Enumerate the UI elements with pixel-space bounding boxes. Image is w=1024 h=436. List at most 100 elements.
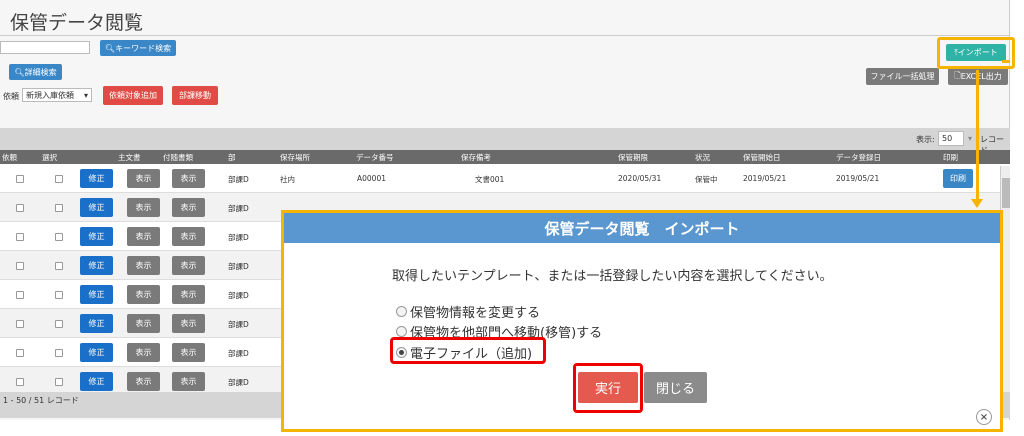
edit-button[interactable]: 修正	[80, 256, 113, 275]
display-count-label: 表示:	[916, 135, 935, 144]
request-checkbox[interactable]	[16, 378, 24, 386]
print-button[interactable]: 印刷	[943, 169, 973, 188]
radio-icon[interactable]	[396, 326, 407, 337]
add-request-target-button[interactable]: 依頼対象追加	[103, 86, 163, 105]
option-highlight-frame	[390, 337, 546, 364]
start-date-cell: 2019/05/21	[743, 174, 787, 183]
request-checkbox[interactable]	[16, 291, 24, 299]
column-header[interactable]: 保管開始日	[743, 152, 781, 163]
column-header[interactable]: 保管期限	[618, 152, 648, 163]
column-header[interactable]: 部	[228, 152, 236, 163]
grid-header: 依頼 選択 主文書 付随書類 部 保存場所 データ番号 保存備考 保管期限 状況 保管開始日 データ登…	[0, 150, 1010, 164]
keyword-input[interactable]	[0, 41, 90, 54]
edit-button[interactable]: 修正	[80, 285, 113, 304]
edit-button[interactable]: 修正	[80, 169, 113, 188]
dialog-message: 取得したいテンプレート、または一括登録したい内容を選択してください。	[392, 269, 833, 284]
show-attached-doc-button[interactable]: 表示	[172, 285, 205, 304]
close-button[interactable]: 閉じる	[644, 372, 707, 403]
show-main-doc-button[interactable]: 表示	[127, 343, 160, 362]
dialog-title: 保管データ閲覧 インポート	[284, 213, 1000, 243]
column-header[interactable]: データ番号	[356, 152, 394, 163]
request-checkbox[interactable]	[16, 233, 24, 241]
import-dialog: 保管データ閲覧 インポート 取得したいテンプレート、または一括登録したい内容を選…	[281, 210, 1003, 432]
callout-connector	[1002, 60, 1010, 63]
register-date-cell: 2019/05/21	[836, 174, 880, 183]
select-checkbox[interactable]	[55, 378, 63, 386]
column-header[interactable]: 状況	[695, 152, 710, 163]
show-attached-doc-button[interactable]: 表示	[172, 372, 205, 391]
dept-move-button[interactable]: 部課移動	[172, 86, 218, 105]
edit-button[interactable]: 修正	[80, 372, 113, 391]
select-checkbox[interactable]	[55, 320, 63, 328]
edit-button[interactable]: 修正	[80, 227, 113, 246]
column-header[interactable]: 依頼	[2, 152, 17, 163]
request-label: 依頼	[3, 92, 19, 101]
dept-cell: 部課D	[228, 378, 249, 387]
note-cell: 文書001	[475, 175, 505, 184]
select-checkbox[interactable]	[55, 204, 63, 212]
scroll-thumb[interactable]	[1002, 178, 1010, 208]
show-attached-doc-button[interactable]: 表示	[172, 256, 205, 275]
search-icon: 🔍︎	[14, 67, 25, 77]
radio-icon[interactable]	[396, 306, 407, 317]
show-main-doc-button[interactable]: 表示	[127, 314, 160, 333]
grid-toolbar: 表示: 50 ▾ レコード	[0, 128, 1010, 155]
dropdown-arrow-icon: ▾	[968, 134, 973, 143]
execute-highlight-frame	[573, 363, 643, 413]
select-checkbox[interactable]	[55, 262, 63, 270]
callout-arrow-icon	[971, 199, 983, 208]
record-count-text: 1 - 50 / 51 レコード	[3, 396, 79, 405]
request-select[interactable]: 新規入庫依頼 ▾	[22, 88, 92, 102]
column-header[interactable]: データ登録日	[836, 152, 881, 163]
place-cell: 社内	[280, 175, 295, 184]
dept-cell: 部課D	[228, 175, 249, 184]
callout-connector	[976, 70, 979, 200]
request-checkbox[interactable]	[16, 204, 24, 212]
column-header[interactable]: 保存備考	[461, 152, 491, 163]
select-checkbox[interactable]	[55, 175, 63, 183]
edit-button[interactable]: 修正	[80, 198, 113, 217]
request-checkbox[interactable]	[16, 262, 24, 270]
search-icon: 🔍︎	[104, 43, 116, 53]
close-icon[interactable]: ×	[976, 409, 992, 425]
status-cell: 保管中	[695, 175, 718, 184]
file-bulk-button[interactable]: ファイル一括処理	[866, 68, 939, 85]
column-header[interactable]: 保存場所	[280, 152, 310, 163]
show-attached-doc-button[interactable]: 表示	[172, 169, 205, 188]
column-header[interactable]: 印刷	[943, 152, 958, 163]
edit-button[interactable]: 修正	[80, 343, 113, 362]
select-checkbox[interactable]	[55, 233, 63, 241]
dept-cell: 部課D	[228, 349, 249, 358]
divider	[0, 35, 1010, 36]
request-checkbox[interactable]	[16, 320, 24, 328]
show-main-doc-button[interactable]: 表示	[127, 198, 160, 217]
select-checkbox[interactable]	[55, 291, 63, 299]
show-attached-doc-button[interactable]: 表示	[172, 343, 205, 362]
display-count-select[interactable]: 50	[938, 131, 964, 146]
request-checkbox[interactable]	[16, 175, 24, 183]
show-main-doc-button[interactable]: 表示	[127, 256, 160, 275]
dept-cell: 部課D	[228, 204, 249, 213]
dept-cell: 部課D	[228, 233, 249, 242]
show-main-doc-button[interactable]: 表示	[127, 372, 160, 391]
column-header[interactable]: 付随書類	[163, 152, 193, 163]
column-header[interactable]: 主文書	[118, 152, 141, 163]
show-attached-doc-button[interactable]: 表示	[172, 198, 205, 217]
show-attached-doc-button[interactable]: 表示	[172, 227, 205, 246]
dept-cell: 部課D	[228, 291, 249, 300]
dropdown-arrow-icon: ▾	[83, 90, 88, 100]
show-attached-doc-button[interactable]: 表示	[172, 314, 205, 333]
edit-button[interactable]: 修正	[80, 314, 113, 333]
expiry-cell: 2020/05/31	[618, 174, 662, 183]
import-highlight-frame	[937, 37, 1015, 69]
show-main-doc-button[interactable]: 表示	[127, 285, 160, 304]
column-header[interactable]: 選択	[42, 152, 57, 163]
detail-search-button[interactable]: 🔍︎ 詳細検索	[9, 64, 62, 80]
show-main-doc-button[interactable]: 表示	[127, 227, 160, 246]
select-checkbox[interactable]	[55, 349, 63, 357]
keyword-search-button[interactable]: 🔍︎ キーワード検索	[100, 40, 176, 56]
option-change-info[interactable]: 保管物情報を変更する	[396, 302, 540, 321]
show-main-doc-button[interactable]: 表示	[127, 169, 160, 188]
data-number-cell: A00001	[357, 174, 386, 183]
request-checkbox[interactable]	[16, 349, 24, 357]
